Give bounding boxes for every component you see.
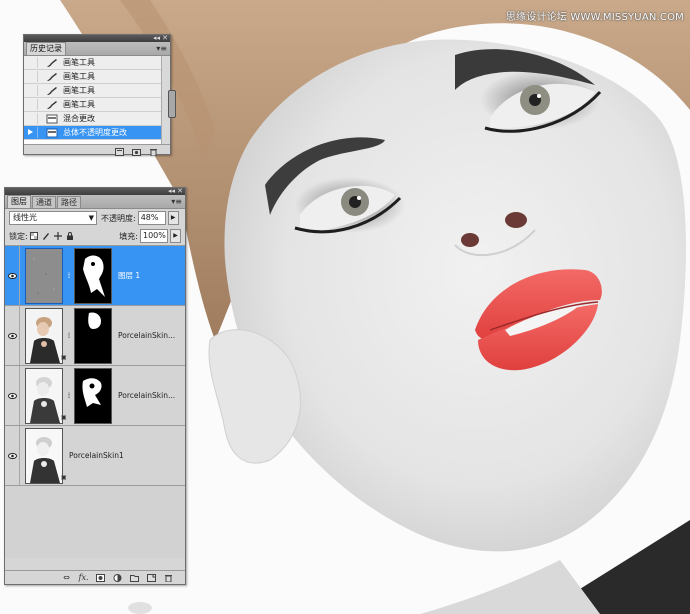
lock-transparent-icon[interactable] [29,232,38,240]
history-item-label: 画笔工具 [63,100,95,109]
layer-row[interactable]: ⁞ 图层 1 [5,246,185,306]
opacity-change-icon [46,127,58,138]
smart-filter-badge: ▣ [61,414,67,421]
smart-filter-badge: ▣ [61,354,67,361]
opacity-input[interactable]: 48% [137,211,166,225]
layer-thumbnail[interactable] [25,427,63,484]
tab-channels[interactable]: 通道 [32,196,56,208]
layer-name[interactable]: 图层 1 [118,270,140,281]
fill-label: 填充: [119,231,138,241]
new-document-from-state-icon[interactable] [115,148,124,156]
layer-name[interactable]: PorcelainSkin... [118,391,175,400]
history-tab-row: 历史记录 ▾≡ [24,42,170,56]
tab-history[interactable]: 历史记录 [26,42,66,55]
lock-position-icon[interactable] [53,232,62,240]
layer-thumbnail[interactable] [25,367,63,424]
layer-mask-thumbnail[interactable] [74,307,112,364]
layer-row[interactable]: ⁞ PorcelainSkin... ▣ [5,366,185,426]
history-item-label: 总体不透明度更改 [63,128,127,137]
lock-image-pixels-icon[interactable] [42,232,50,240]
panel-menu-icon[interactable]: ▾≡ [156,44,167,53]
link-layers-icon[interactable]: ⇔ [62,573,71,582]
close-icon[interactable]: ✕ [162,34,168,42]
fill-input[interactable]: 100% [140,229,168,243]
brush-icon [46,99,58,110]
layer-thumbnail[interactable] [25,247,63,304]
scrollbar-thumb[interactable] [168,90,176,118]
history-footer [24,145,170,159]
panel-menu-icon[interactable]: ▾≡ [171,197,182,206]
blend-row: 线性光 ▼ 不透明度: 48% ▶ [5,209,185,227]
collapse-icon[interactable]: ◂◂ [153,34,160,42]
history-item-label: 画笔工具 [63,86,95,95]
link-icon[interactable]: ⁞ [65,271,73,280]
layer-name[interactable]: PorcelainSkin1 [69,451,124,460]
lock-all-icon[interactable] [66,232,74,240]
close-icon[interactable]: ✕ [177,187,183,195]
new-group-icon[interactable] [130,574,139,582]
lock-row: 锁定: 填充: 100% ▶ [5,227,185,246]
history-source-checkbox[interactable] [26,113,38,124]
history-scrollbar[interactable] [161,56,176,144]
lock-label: 锁定: [9,231,28,241]
history-source-checkbox[interactable] [26,57,38,68]
add-mask-icon[interactable] [96,573,105,582]
history-item[interactable]: 画笔工具 [24,56,170,70]
link-icon[interactable]: ⁞ [65,331,73,340]
history-item-label: 画笔工具 [63,72,95,81]
history-item-selected[interactable]: 总体不透明度更改 [24,126,170,140]
trash-icon[interactable] [149,148,158,156]
visibility-eye-icon[interactable] [5,426,20,485]
layer-row[interactable]: ⁞ PorcelainSkin... ▣ [5,306,185,366]
history-item[interactable]: 画笔工具 [24,70,170,84]
adjustment-layer-icon[interactable] [113,573,122,582]
watermark-text: 思缘设计论坛 WWW.MISSYUAN.COM [505,12,684,23]
visibility-eye-icon[interactable] [5,366,20,425]
layer-row[interactable]: PorcelainSkin1 ▣ [5,426,185,486]
tab-layers[interactable]: 图层 [7,195,31,208]
brush-icon [46,71,58,82]
history-panel-titlebar[interactable]: ◂◂ ✕ [24,34,170,42]
history-item[interactable]: 画笔工具 [24,84,170,98]
history-item[interactable]: 画笔工具 [24,98,170,112]
tab-paths[interactable]: 路径 [57,196,81,208]
collapse-icon[interactable]: ◂◂ [168,187,175,195]
fill-slider-toggle[interactable]: ▶ [170,229,181,243]
blend-mode-value: 线性光 [13,213,37,222]
visibility-eye-icon[interactable] [5,246,20,305]
visibility-eye-icon[interactable] [5,306,20,365]
chevron-down-icon: ▼ [88,214,94,222]
layer-name[interactable]: PorcelainSkin... [118,331,175,340]
camera-snapshot-icon[interactable] [132,148,141,156]
history-item-label: 混合更改 [63,114,95,123]
layers-tab-row: 图层 通道 路径 ▾≡ [5,195,185,209]
new-layer-icon[interactable] [147,573,156,582]
layers-panel-titlebar[interactable]: ◂◂ ✕ [5,187,185,195]
history-list: 画笔工具 画笔工具 画笔工具 画笔工具 混合更改 总体不透明度更改 [24,56,176,145]
link-icon[interactable]: ⁞ [65,391,73,400]
trash-icon[interactable] [164,574,173,582]
history-item-label: 画笔工具 [63,58,95,67]
history-source-checkbox[interactable] [26,99,38,110]
brush-icon [46,57,58,68]
history-source-checkbox[interactable] [26,127,38,138]
history-item[interactable]: 混合更改 [24,112,170,126]
layer-mask-thumbnail[interactable] [74,247,112,304]
smart-filter-badge: ▣ [61,474,67,481]
history-panel[interactable]: ◂◂ ✕ 历史记录 ▾≡ 画笔工具 画笔工具 画笔工具 画笔工具 混合更改 总体… [23,34,176,156]
history-source-checkbox[interactable] [26,71,38,82]
opacity-label: 不透明度: [101,213,136,223]
opacity-slider-toggle[interactable]: ▶ [167,211,179,225]
blend-change-icon [46,113,58,124]
fx-button[interactable]: fx. [79,573,89,582]
layers-panel[interactable]: ◂◂ ✕ 图层 通道 路径 ▾≡ 线性光 ▼ 不透明度: 48% ▶ 锁定: 填… [4,187,186,585]
layer-thumbnail[interactable] [25,307,63,364]
layer-mask-thumbnail[interactable] [74,367,112,424]
history-source-checkbox[interactable] [26,85,38,96]
brush-icon [46,85,58,96]
blend-mode-select[interactable]: 线性光 ▼ [9,211,97,225]
layers-footer: ⇔ fx. [5,570,185,584]
layer-list: ⁞ 图层 1 ⁞ PorcelainSkin... ▣ ⁞ PorcelainS… [5,246,185,558]
